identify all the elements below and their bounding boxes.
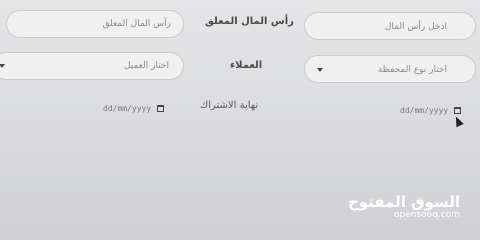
watermark-latin: opensooq.com: [394, 210, 460, 220]
calendar-icon[interactable]: [157, 105, 165, 112]
suspended-capital-input[interactable]: رأس المال المعلق: [6, 10, 184, 38]
date-placeholder: dd/mm/yyyy: [400, 106, 449, 115]
suspended-capital-placeholder: رأس المال المعلق: [102, 19, 171, 29]
start-date-input-right[interactable]: dd/mm/yyyy: [400, 106, 462, 115]
clients-label: العملاء: [230, 60, 263, 71]
suspended-capital-label: رأس المال المعلق: [205, 16, 294, 27]
capital-placeholder: ادخل رأس المال: [384, 22, 447, 32]
portfolio-type-select[interactable]: اختار نوع المحفظة: [304, 55, 476, 83]
chevron-down-icon: [0, 64, 5, 68]
mouse-cursor-icon: [452, 114, 464, 128]
capital-input-right[interactable]: ادخل رأس المال: [304, 12, 476, 40]
subscription-end-date-input[interactable]: dd/mm/yyyy: [103, 104, 165, 113]
watermark-arabic: السوق المفتوح: [347, 193, 460, 211]
clients-select[interactable]: اختار العميل: [0, 52, 184, 80]
portfolio-type-placeholder: اختار نوع المحفظة: [377, 65, 447, 75]
calendar-icon[interactable]: [454, 107, 462, 114]
opensooq-watermark: السوق المفتوح opensooq.com: [348, 194, 460, 220]
date-placeholder: dd/mm/yyyy: [103, 104, 152, 113]
clients-placeholder: اختار العميل: [123, 61, 169, 71]
subscription-end-label: نهاية الاشتراك: [200, 100, 259, 111]
chevron-down-icon: [317, 68, 323, 72]
